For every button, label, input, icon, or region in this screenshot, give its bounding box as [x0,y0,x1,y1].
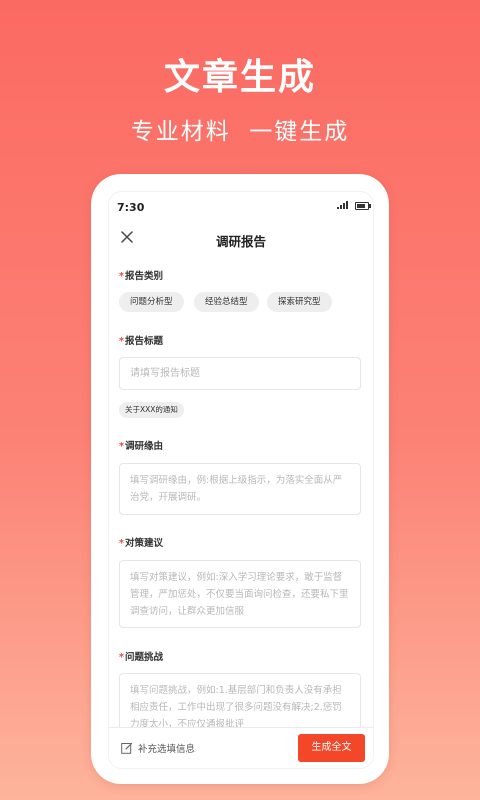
signal-icon [337,201,348,209]
suggestions-label-text: 对策建议 [124,538,163,549]
required-mark: * [119,652,124,663]
title-suggestion-tag[interactable]: 关于XXX的通知 [119,402,184,418]
report-title-label-text: 报告标题 [124,336,163,347]
supplement-info-button[interactable]: 补充选填信息 [121,741,195,755]
status-bar: 7:30 [109,192,373,222]
chip-problem-analysis[interactable]: 问题分析型 [119,292,184,312]
edit-icon [121,742,133,754]
report-title-label: *报告标题 [119,333,163,347]
challenges-label: *问题挑战 [119,649,163,663]
phone-frame: 7:30 调研报告 *报告类别 问题分析型 经验总结型 探索研究型 *报告标题 … [91,174,389,784]
report-type-label-text: 报告类别 [124,271,163,282]
page-title: 调研报告 [215,234,266,249]
suggestions-label: *对策建议 [119,535,163,549]
challenges-label-text: 问题挑战 [124,652,163,663]
research-reason-textarea[interactable]: 填写调研缘由，例:根据上级指示，为落实全面从严治党，开展调研。 [119,463,361,515]
required-mark: * [119,271,124,282]
hero-subtitle: 专业材料 一键生成 [130,119,350,145]
generate-full-text-button[interactable]: 生成全文 [298,734,365,762]
battery-icon [355,202,371,210]
required-mark: * [119,441,124,452]
app-screen: 7:30 调研报告 *报告类别 问题分析型 经验总结型 探索研究型 *报告标题 … [108,191,374,769]
chip-exploratory-research[interactable]: 探索研究型 [267,292,332,312]
status-time: 7:30 [117,201,145,214]
hero-title: 文章生成 [163,57,316,98]
bottom-action-bar: 补充选填信息 生成全文 [109,727,373,768]
research-reason-label-text: 调研缘由 [124,441,163,452]
report-type-label: *报告类别 [119,268,163,282]
supplement-info-label: 补充选填信息 [138,744,196,755]
required-mark: * [119,538,124,549]
chip-experience-summary[interactable]: 经验总结型 [194,292,259,312]
research-reason-label: *调研缘由 [119,438,163,452]
suggestions-textarea[interactable]: 填写对策建议，例如:深入学习理论要求，敢于监督管理，严加惩处，不仅要当面询问检查… [119,560,361,628]
report-title-input[interactable] [119,357,361,390]
required-mark: * [119,336,124,347]
